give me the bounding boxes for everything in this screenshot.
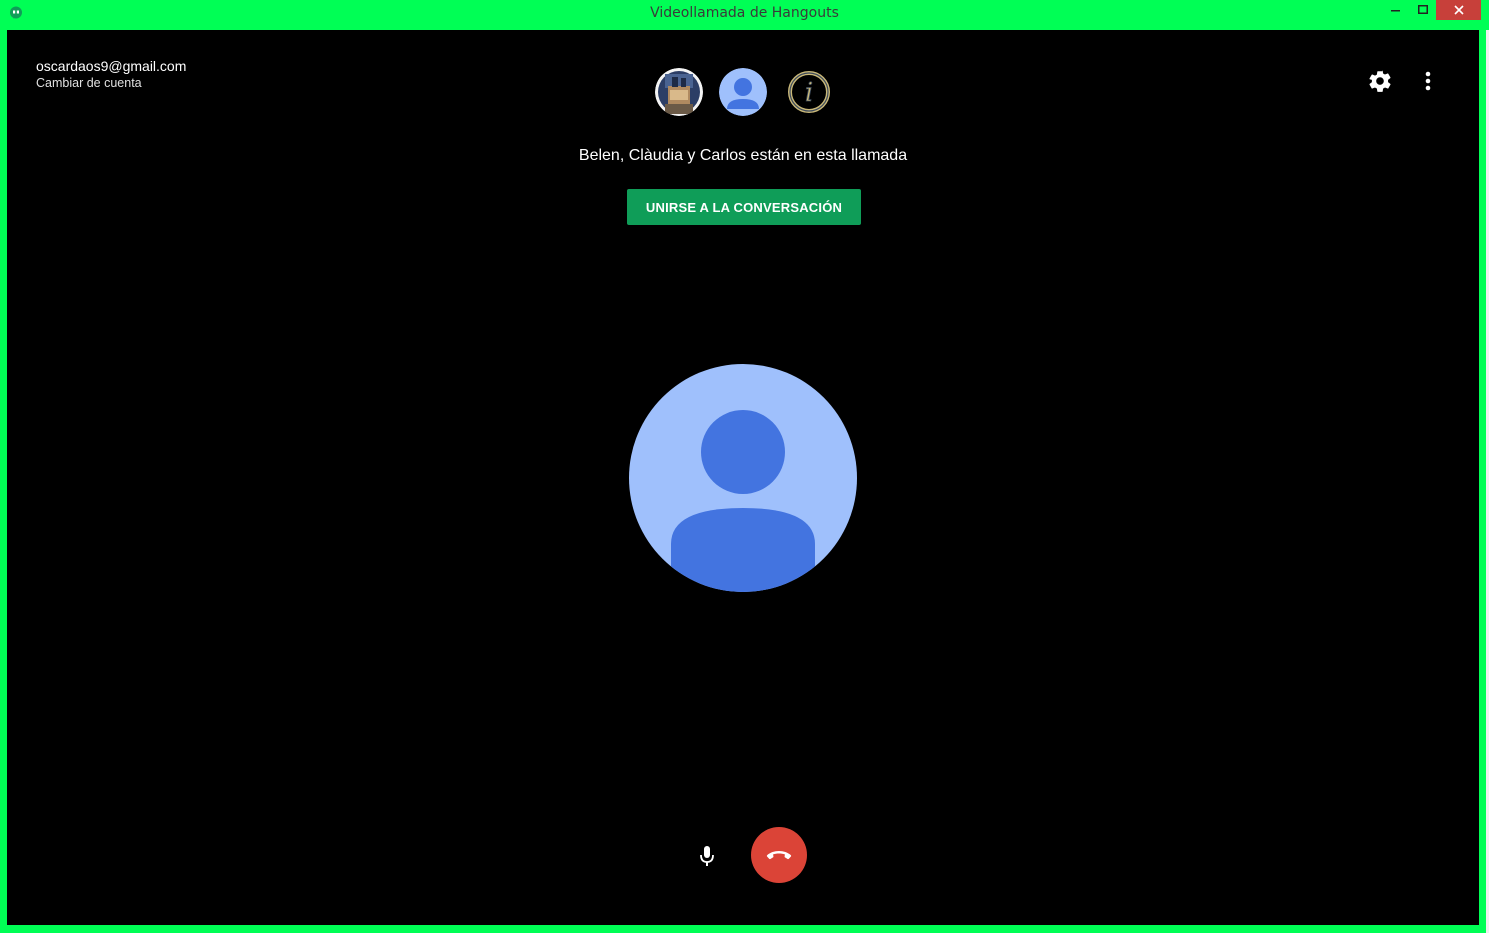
hangouts-window: Videollamada de Hangouts oscardaos9@gmai…: [0, 0, 1489, 933]
switch-account-link[interactable]: Cambiar de cuenta: [36, 76, 186, 90]
join-conversation-button[interactable]: UNIRSE A LA CONVERSACIÓN: [627, 189, 861, 225]
participant-avatar-at[interactable]: i: [785, 68, 833, 116]
person-avatar-icon: [629, 364, 857, 592]
account-email: oscardaos9@gmail.com: [36, 58, 187, 74]
participant-avatar-photo[interactable]: [655, 68, 703, 116]
close-icon: [1453, 5, 1464, 15]
maximize-button[interactable]: [1410, 0, 1436, 20]
account-info: oscardaos9@gmail.com Cambiar de cuenta: [36, 58, 186, 90]
participant-avatars: i: [655, 68, 835, 118]
default-avatar: [719, 68, 767, 116]
minimize-icon: [1391, 10, 1400, 12]
svg-text:i: i: [805, 78, 813, 108]
participants-caption: Belen, Clàudia y Carlos están en esta ll…: [578, 147, 908, 164]
title-bar: Videollamada de Hangouts: [0, 0, 1489, 29]
call-view: oscardaos9@gmail.com Cambiar de cuenta i…: [7, 30, 1479, 925]
at-sign-avatar: i: [785, 68, 833, 116]
maximize-icon: [1418, 5, 1428, 14]
gear-icon[interactable]: [1367, 68, 1393, 94]
window-title: Videollamada de Hangouts: [650, 5, 839, 21]
hang-up-icon: [766, 851, 792, 860]
photo-avatar: [655, 68, 703, 116]
hang-up-button[interactable]: [751, 827, 807, 883]
participant-avatar-default[interactable]: [719, 68, 767, 116]
close-button[interactable]: [1436, 0, 1481, 20]
microphone-icon[interactable]: [694, 840, 720, 870]
more-vertical-icon[interactable]: [1417, 68, 1439, 94]
minimize-button[interactable]: [1384, 0, 1408, 20]
